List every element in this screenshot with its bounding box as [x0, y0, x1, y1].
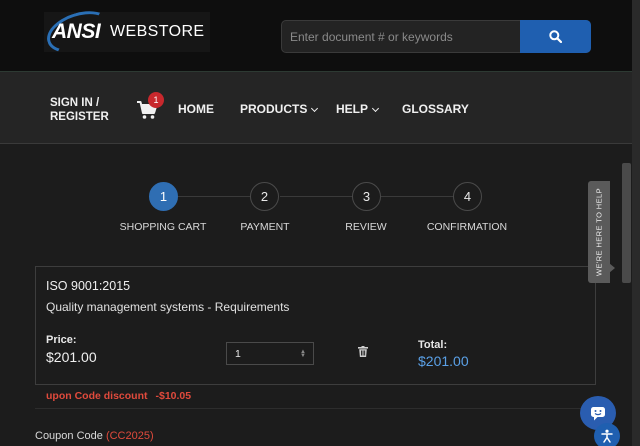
logo-brand: ANSI — [52, 20, 101, 43]
chat-icon — [591, 406, 605, 420]
total-value: $201.00 — [418, 353, 469, 369]
coupon-code-row: Coupon Code (CC2025) — [35, 430, 154, 442]
coupon-discount-row: upon Code discount -$10.05 — [46, 390, 191, 402]
step-3-label: REVIEW — [345, 221, 387, 233]
product-description: Quality management systems - Requirement… — [46, 300, 290, 314]
product-title[interactable]: ISO 9001:2015 — [46, 279, 130, 293]
step-3-circle: 3 — [352, 182, 381, 211]
cart-count-badge: 1 — [148, 92, 164, 108]
trash-icon[interactable] — [358, 346, 368, 357]
help-tab-label: WE'RE HERE TO HELP — [594, 188, 604, 276]
top-header: ANSI WEBSTORE — [0, 0, 632, 72]
logo-store-text: WEBSTORE — [110, 23, 205, 40]
search-input[interactable] — [290, 28, 518, 46]
quantity-stepper[interactable]: 1 ▲ ▼ — [226, 342, 314, 365]
price-label: Price: — [46, 334, 77, 346]
step-2-label: PAYMENT — [240, 221, 290, 233]
accessibility-icon — [601, 429, 613, 443]
nav-glossary[interactable]: GLOSSARY — [402, 102, 469, 116]
coupon-discount-label: upon Code discount — [46, 390, 148, 402]
nav-home[interactable]: HOME — [178, 102, 214, 116]
coupon-code-value: (CC2025) — [105, 430, 154, 442]
step-connector — [178, 196, 250, 197]
nav-products[interactable]: PRODUCTS — [240, 102, 319, 116]
nav-help-label: HELP — [336, 102, 369, 116]
coupon-code-label: Coupon Code — [35, 430, 103, 442]
ansi-webstore-logo[interactable]: ANSI WEBSTORE — [41, 3, 210, 61]
price-value: $201.00 — [46, 349, 97, 365]
quantity-value: 1 — [235, 348, 241, 360]
step-4-circle: 4 — [453, 182, 482, 211]
search-bar — [281, 20, 591, 53]
search-icon — [549, 30, 562, 43]
step-2-circle: 2 — [250, 182, 279, 211]
help-tab[interactable]: WE'RE HERE TO HELP — [588, 181, 610, 283]
scrollbar-track[interactable] — [632, 0, 640, 446]
step-connector — [280, 196, 352, 197]
coupon-discount-amount: -$10.05 — [155, 390, 192, 402]
nav-help[interactable]: HELP — [336, 102, 380, 116]
divider — [35, 408, 596, 409]
accessibility-button[interactable] — [594, 423, 620, 446]
main-nav: SIGN IN / REGISTER 1 HOME PRODUCTS HELP … — [0, 72, 632, 144]
step-connector — [381, 196, 453, 197]
chevron-down-icon — [311, 104, 319, 113]
search-button[interactable] — [520, 20, 591, 53]
spinner-arrows-icon[interactable]: ▲ ▼ — [300, 349, 306, 359]
chevron-down-icon — [371, 104, 380, 113]
total-label: Total: — [418, 339, 448, 351]
sign-in-label: SIGN IN / — [50, 97, 100, 109]
scrollbar-thumb[interactable] — [622, 163, 631, 283]
help-tab-arrow-icon — [609, 263, 615, 273]
step-1-label: SHOPPING CART — [119, 221, 207, 233]
sign-in-register-link[interactable]: SIGN IN / REGISTER — [50, 96, 109, 124]
nav-products-label: PRODUCTS — [240, 102, 308, 116]
step-4-label: CONFIRMATION — [426, 221, 508, 233]
cart-item-card: ISO 9001:2015 Quality management systems… — [35, 266, 596, 385]
step-1-circle: 1 — [149, 182, 178, 211]
register-label: REGISTER — [50, 111, 109, 123]
